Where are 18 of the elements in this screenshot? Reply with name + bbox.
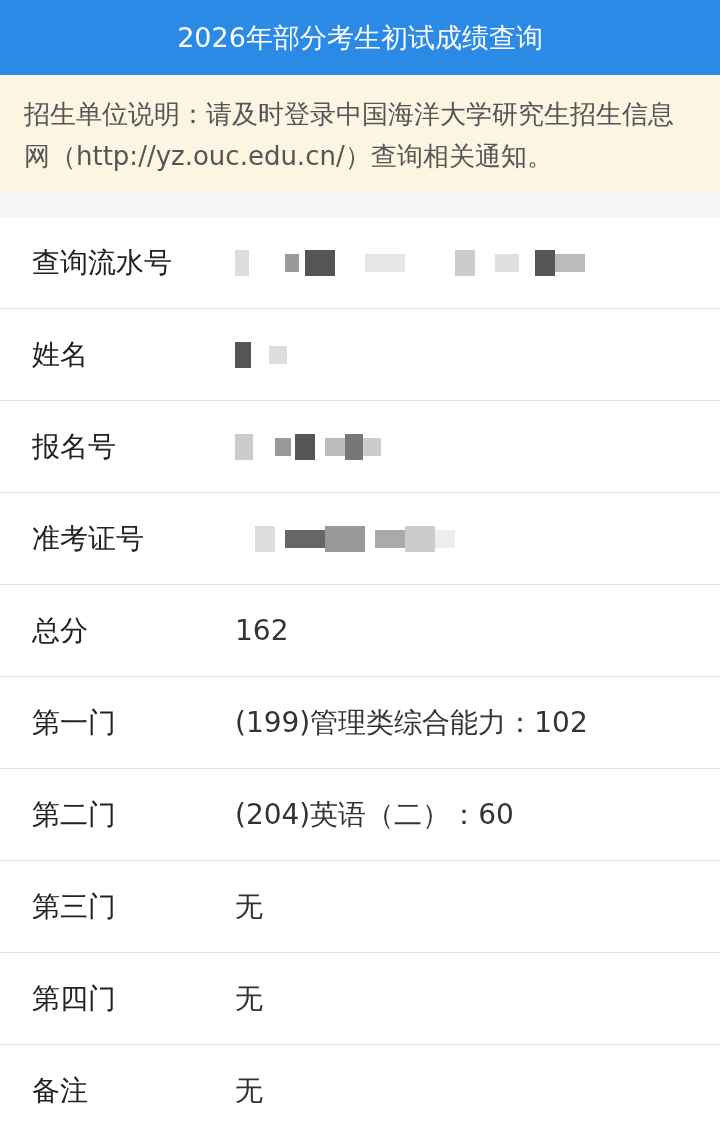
field-value: 无 — [235, 1072, 263, 1109]
field-label: 第三门 — [32, 888, 117, 925]
field-value: 无 — [235, 888, 263, 925]
notice-text: 招生单位说明：请及时登录中国海洋大学研究生招生信息网（http://yz.ouc.edu.cn/）查询相关通知。 — [24, 98, 675, 173]
field-value: 无 — [235, 980, 263, 1017]
field-label: 查询流水号 — [32, 244, 173, 281]
field-label: 第一门 — [32, 704, 117, 741]
page-title: 2026年部分考生初试成绩查询 — [177, 20, 543, 55]
field-label: 第四门 — [32, 980, 117, 1017]
field-label: 报名号 — [32, 428, 117, 465]
field-label: 姓名 — [32, 336, 89, 373]
field-value: 162 — [235, 614, 289, 647]
field-label: 准考证号 — [32, 520, 145, 557]
field-value: (204)英语（二）：60 — [235, 796, 514, 833]
field-label: 第二门 — [32, 796, 117, 833]
field-label: 备注 — [32, 1072, 89, 1109]
field-label: 总分 — [32, 612, 89, 649]
field-value: (199)管理类综合能力：102 — [235, 704, 588, 741]
